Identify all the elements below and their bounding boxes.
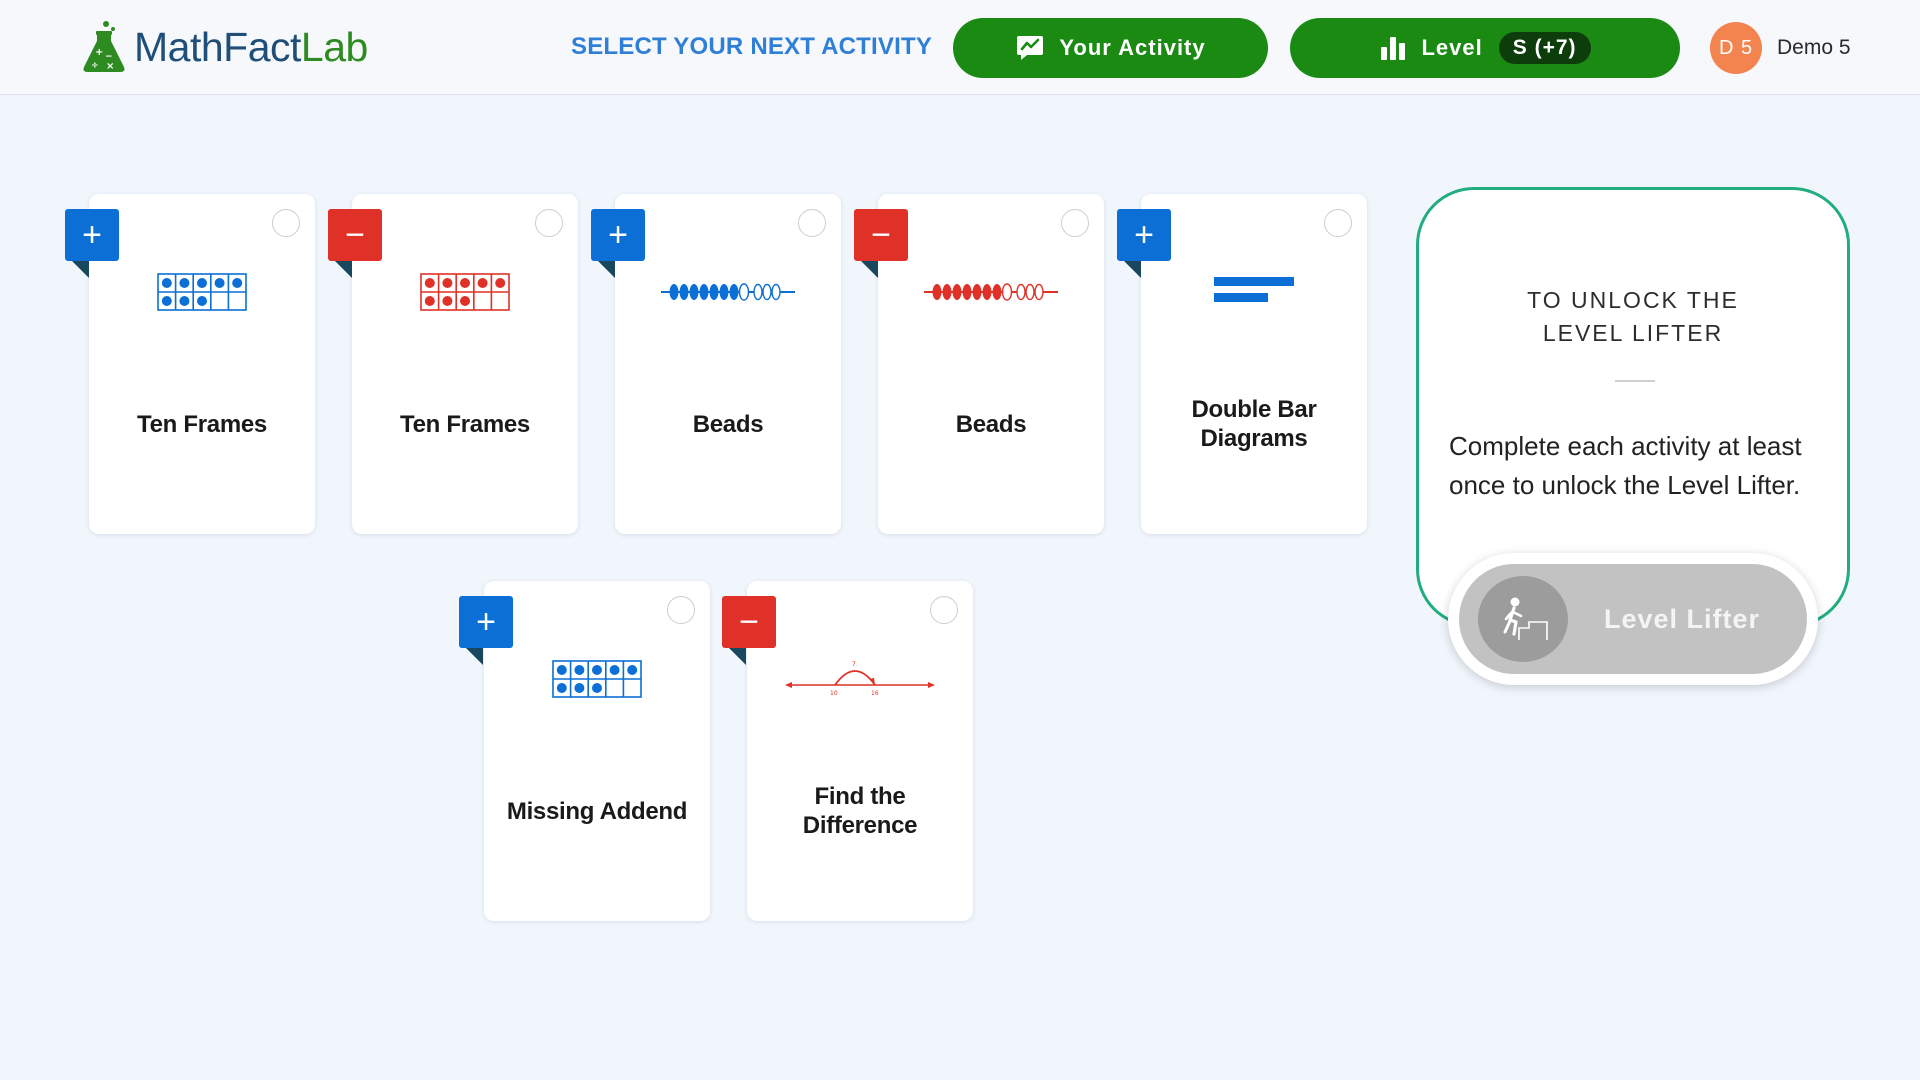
user-avatar[interactable]: D 5	[1710, 22, 1762, 74]
bar-diagram-icon	[1141, 262, 1367, 322]
plus-badge-icon: +	[65, 209, 119, 261]
beads-icon	[615, 262, 841, 322]
level-lifter-label: Level Lifter	[1604, 604, 1761, 634]
select-activity-heading: SELECT YOUR NEXT ACTIVITY	[571, 33, 933, 60]
minus-badge-icon: −	[722, 596, 776, 648]
level-label: Level	[1421, 35, 1483, 60]
level-button[interactable]: Level S (+7)	[1290, 18, 1680, 78]
activity-card-double-bar-diagrams[interactable]: Double Bar Diagrams	[1141, 194, 1367, 534]
ten-frame-icon	[484, 649, 710, 709]
badge-fold	[72, 261, 89, 278]
ten-frame-icon	[89, 262, 315, 322]
plus-badge-icon: +	[1117, 209, 1171, 261]
badge-fold	[335, 261, 352, 278]
stairs-climber-icon	[1478, 576, 1568, 662]
number-line-icon: 7 10 16	[747, 649, 973, 709]
plus-badge-icon: +	[459, 596, 513, 648]
card-radio[interactable]	[1061, 209, 1089, 237]
flask-icon: + − ÷ ×	[83, 21, 125, 72]
logo-wordmark: MathFactLab	[134, 23, 368, 70]
app-logo[interactable]: + − ÷ × MathFactLab	[80, 18, 368, 76]
unlock-title-line: TO UNLOCK THE	[1527, 287, 1739, 313]
bar-chart-icon	[1381, 37, 1406, 60]
card-title: Double Bar Diagrams	[1191, 396, 1317, 452]
badge-fold	[729, 648, 746, 665]
activity-card-beads-addition[interactable]: Beads	[615, 194, 841, 534]
badge-fold	[1124, 261, 1141, 278]
number-line-label: 16	[871, 690, 879, 697]
card-radio[interactable]	[535, 209, 563, 237]
card-title: Missing Addend	[506, 797, 688, 825]
level-lifter-button[interactable]: Level Lifter	[1459, 564, 1807, 674]
unlock-title-line: LEVEL LIFTER	[1542, 320, 1724, 346]
card-radio[interactable]	[272, 209, 300, 237]
card-radio[interactable]	[798, 209, 826, 237]
level-value-badge: S (+7)	[1498, 32, 1591, 64]
activity-card-ten-frames-addition[interactable]: Ten Frames	[89, 194, 315, 534]
card-title: Ten Frames	[400, 410, 530, 438]
minus-badge-icon: −	[328, 209, 382, 261]
your-activity-button[interactable]: Your Activity	[953, 18, 1268, 78]
badge-fold	[466, 648, 483, 665]
card-title: Find the Difference	[802, 783, 918, 839]
activity-card-ten-frames-subtraction[interactable]: Ten Frames	[352, 194, 578, 534]
svg-text:×: ×	[106, 61, 114, 72]
svg-text:+: +	[95, 47, 103, 58]
number-line-label: 10	[830, 690, 838, 697]
minus-badge-icon: −	[854, 209, 908, 261]
activity-card-missing-addend[interactable]: Missing Addend	[484, 581, 710, 921]
ten-frame-icon	[352, 262, 578, 322]
level-lifter-button-frame: Level Lifter	[1448, 553, 1818, 685]
number-line-label: 7	[852, 661, 856, 668]
activity-chat-icon	[1017, 36, 1044, 60]
plus-badge-icon: +	[591, 209, 645, 261]
your-activity-label: Your Activity	[1059, 35, 1206, 60]
card-radio[interactable]	[667, 596, 695, 624]
badge-fold	[861, 261, 878, 278]
username[interactable]: Demo 5	[1777, 36, 1851, 60]
svg-text:÷: ÷	[91, 61, 99, 71]
header-bar: + − ÷ × MathFactLab SELECT YOUR NEXT ACT…	[0, 0, 1920, 95]
activity-card-find-the-difference[interactable]: 7 10 16 Find the Difference	[747, 581, 973, 921]
activity-card-beads-subtraction[interactable]: Beads	[878, 194, 1104, 534]
card-title: Beads	[692, 410, 764, 438]
beads-icon	[878, 262, 1104, 322]
card-radio[interactable]	[930, 596, 958, 624]
card-title: Beads	[955, 410, 1027, 438]
badge-fold	[598, 261, 615, 278]
divider	[1615, 380, 1655, 382]
unlock-title: TO UNLOCK THE LEVEL LIFTER	[1419, 284, 1847, 350]
unlock-instructions: Complete each activity at least once to …	[1449, 431, 1802, 500]
card-radio[interactable]	[1324, 209, 1352, 237]
card-title: Ten Frames	[137, 410, 267, 438]
